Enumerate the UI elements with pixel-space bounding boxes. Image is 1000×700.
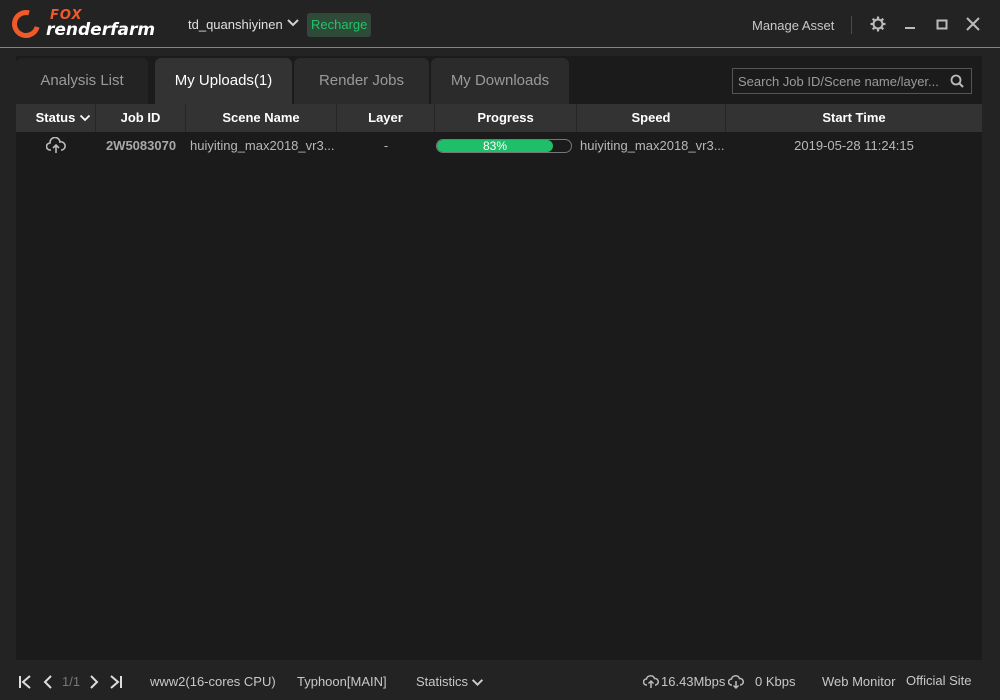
tab-my-downloads[interactable]: My Downloads — [431, 58, 569, 104]
start-time-cell: 2019-05-28 11:24:15 — [794, 138, 914, 153]
cloud-upload-icon — [46, 137, 66, 153]
cloud-download-icon — [728, 675, 744, 690]
progress-label: 83% — [482, 139, 508, 153]
official-site-link[interactable]: Official Site — [906, 673, 972, 688]
username-label[interactable]: td_quanshiyinen — [188, 17, 283, 32]
column-job-id[interactable]: Job ID — [96, 104, 186, 132]
table-row[interactable]: 2W5083070 huiyiting_max2018_vr3... - 83%… — [16, 132, 982, 160]
job-id-cell: 2W5083070 — [105, 138, 177, 153]
statistics-button[interactable]: Statistics — [416, 674, 468, 689]
logo-ring-icon — [6, 4, 46, 44]
search-box[interactable] — [732, 68, 972, 94]
maximize-icon[interactable] — [933, 15, 951, 33]
column-status[interactable]: Status — [16, 104, 96, 132]
speed-cell: huiyiting_max2018_vr3... — [580, 138, 725, 153]
title-bar: FOX renderfarm td_quanshiyinen Recharge … — [0, 0, 1000, 48]
divider — [851, 16, 852, 34]
cloud-upload-icon — [643, 675, 659, 688]
layer-cell: - — [383, 138, 389, 153]
page-indicator: 1/1 — [62, 674, 81, 689]
chevron-down-icon[interactable] — [286, 16, 300, 30]
close-icon[interactable] — [964, 15, 982, 33]
main-panel: Analysis List My Uploads(1) Render Jobs … — [16, 56, 982, 660]
last-page-icon[interactable] — [108, 674, 124, 690]
web-monitor-link[interactable]: Web Monitor — [822, 674, 895, 689]
column-start-time[interactable]: Start Time — [726, 104, 982, 132]
table-header: Status Job ID Scene Name Layer Progress … — [16, 104, 982, 132]
minimize-icon[interactable] — [901, 15, 919, 33]
column-status-label: Status — [35, 110, 76, 125]
chevron-down-icon[interactable] — [471, 676, 484, 689]
logo-text-renderfarm: renderfarm — [46, 20, 156, 40]
foxrenderfarm-logo: FOX renderfarm — [6, 4, 162, 44]
download-speed: 0 Kbps — [755, 674, 796, 689]
prev-page-icon[interactable] — [40, 674, 56, 690]
tab-analysis-list[interactable]: Analysis List — [16, 58, 148, 104]
progress-bar: 83% — [436, 139, 572, 153]
server-label: www2(16-cores CPU) — [150, 674, 276, 689]
upload-speed: 16.43Mbps — [661, 674, 726, 689]
tab-my-uploads[interactable]: My Uploads(1) — [155, 58, 292, 104]
next-page-icon[interactable] — [86, 674, 102, 690]
column-layer[interactable]: Layer — [337, 104, 435, 132]
first-page-icon[interactable] — [17, 674, 33, 690]
recharge-button[interactable]: Recharge — [307, 13, 372, 37]
scene-name-cell: huiyiting_max2018_vr3... — [190, 138, 335, 153]
search-input[interactable] — [738, 72, 938, 90]
manage-asset-link[interactable]: Manage Asset — [752, 18, 834, 33]
column-speed[interactable]: Speed — [577, 104, 726, 132]
status-bar: 1/1 www2(16-cores CPU) Typhoon[MAIN] Sta… — [0, 664, 1000, 700]
platform-label: Typhoon[MAIN] — [297, 674, 387, 689]
chevron-down-icon[interactable] — [79, 112, 91, 124]
column-scene-name[interactable]: Scene Name — [186, 104, 337, 132]
search-icon[interactable] — [949, 73, 965, 89]
tab-render-jobs[interactable]: Render Jobs — [294, 58, 429, 104]
column-progress[interactable]: Progress — [435, 104, 577, 132]
gear-icon[interactable] — [869, 15, 887, 33]
